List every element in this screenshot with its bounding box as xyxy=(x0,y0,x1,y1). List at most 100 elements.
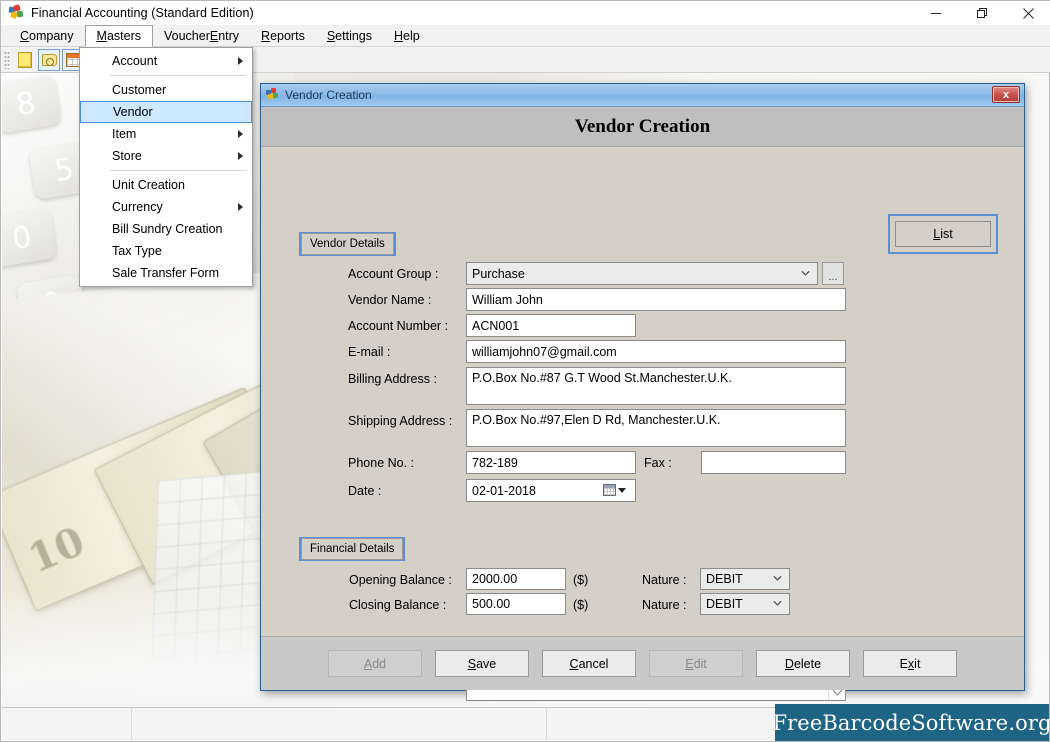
menu-item-label: Currency xyxy=(112,200,163,214)
window-titlebar: Financial Accounting (Standard Edition) xyxy=(1,1,1050,25)
submenu-arrow-icon xyxy=(238,130,243,138)
menu-item-bill-sundry-creation[interactable]: Bill Sundry Creation xyxy=(80,218,252,240)
dialog-footer: Add Save Cancel Edit Delete Ex it xyxy=(261,636,1024,690)
section-financial-details: Financial Details xyxy=(299,537,406,561)
menu-item-sale-transfer-form[interactable]: Sale Transfer Form xyxy=(80,262,252,284)
masters-dropdown-menu: Account Customer Vendor Item Store Unit … xyxy=(79,47,253,287)
submenu-arrow-icon xyxy=(238,57,243,65)
phone-input[interactable]: 782-189 xyxy=(466,451,636,474)
menu-help[interactable]: Help xyxy=(383,25,431,46)
fax-input[interactable] xyxy=(701,451,846,474)
menu-item-label: Customer xyxy=(112,83,167,97)
account-number-label: Account Number : xyxy=(348,319,449,333)
account-group-value: Purchase xyxy=(472,266,525,281)
menu-item-tax-type[interactable]: Tax Type xyxy=(80,240,252,262)
menu-item-store[interactable]: Store xyxy=(80,145,252,167)
closing-nature-select[interactable]: DEBIT xyxy=(700,593,790,615)
menu-settings[interactable]: Settings xyxy=(316,25,383,46)
closing-balance-currency: ($) xyxy=(573,598,589,612)
account-number-input[interactable]: ACN001 xyxy=(466,314,636,337)
list-button[interactable]: List xyxy=(895,221,991,247)
delete-button[interactable]: Delete xyxy=(756,650,850,677)
close-icon[interactable] xyxy=(1005,1,1050,25)
edit-button[interactable]: Edit xyxy=(649,650,743,677)
opening-nature-select[interactable]: DEBIT xyxy=(700,568,790,590)
application-icon xyxy=(8,4,25,21)
menu-separator xyxy=(110,170,246,171)
section-vendor-details: Vendor Details xyxy=(299,232,396,256)
opening-balance-input[interactable]: 2000.00 xyxy=(466,568,566,590)
menu-item-unit-creation[interactable]: Unit Creation xyxy=(80,174,252,196)
account-group-select[interactable]: Purchase xyxy=(466,262,818,285)
fax-label: Fax : xyxy=(644,456,672,470)
closing-nature-label: Nature : xyxy=(642,598,687,612)
submenu-arrow-icon xyxy=(238,152,243,160)
toolbar-grip[interactable] xyxy=(4,50,10,69)
section-vendor-details-label: Vendor Details xyxy=(301,233,394,255)
billing-address-label: Billing Address : xyxy=(348,372,437,386)
shipping-address-textarea[interactable]: P.O.Box No.#97,Elen D Rd, Manchester.U.K… xyxy=(466,409,846,447)
date-label: Date : xyxy=(348,484,382,498)
maximize-icon[interactable] xyxy=(959,1,1005,25)
vendor-creation-dialog: Vendor Creation x Vendor Creation Vendor… xyxy=(260,83,1025,701)
dialog-title: Vendor Creation xyxy=(285,88,372,102)
email-label: E-mail : xyxy=(348,345,391,359)
account-group-label: Account Group : xyxy=(348,267,439,281)
menu-item-label: Store xyxy=(112,149,142,163)
window-title: Financial Accounting (Standard Edition) xyxy=(31,6,254,20)
menu-item-account[interactable]: Account xyxy=(80,50,252,72)
opening-balance-label: Opening Balance : xyxy=(349,573,452,587)
account-group-browse-button[interactable]: ... xyxy=(822,262,844,285)
menu-voucher-entry[interactable]: Voucher Entry xyxy=(153,25,250,46)
calendar-picker-button[interactable] xyxy=(603,484,626,496)
menu-item-label: Account xyxy=(112,54,158,68)
application-window: Financial Accounting (Standard Edition) … xyxy=(0,0,1050,742)
opening-nature-label: Nature : xyxy=(642,573,687,587)
status-cell-1 xyxy=(2,708,132,740)
add-button[interactable]: Add xyxy=(328,650,422,677)
dialog-titlebar: Vendor Creation x xyxy=(261,84,1024,107)
menu-item-label: Vendor xyxy=(113,105,153,119)
email-input[interactable]: williamjohn07@gmail.com xyxy=(466,340,846,363)
menu-item-currency[interactable]: Currency xyxy=(80,196,252,218)
chevron-down-icon xyxy=(801,270,810,276)
menu-item-label: Unit Creation xyxy=(112,178,185,192)
shipping-address-label: Shipping Address : xyxy=(348,414,453,428)
menu-item-customer[interactable]: Customer xyxy=(80,79,252,101)
new-document-icon[interactable] xyxy=(14,49,36,71)
status-cell-2 xyxy=(132,708,547,740)
vendor-name-input[interactable]: William John xyxy=(466,288,846,311)
menu-item-vendor[interactable]: Vendor xyxy=(80,101,252,123)
menu-separator xyxy=(110,75,246,76)
menu-item-label: Item xyxy=(112,127,137,141)
watermark-label: FreeBarcodeSoftware.org xyxy=(772,704,1050,741)
page-title: Vendor Creation xyxy=(574,115,711,137)
cancel-button[interactable]: Cancel xyxy=(542,650,636,677)
chevron-down-icon xyxy=(773,600,782,606)
menu-masters[interactable]: Masters xyxy=(84,25,153,47)
menu-item-label: Tax Type xyxy=(112,244,162,258)
closing-nature-value: DEBIT xyxy=(706,597,743,611)
menubar: Company Masters Voucher Entry Reports Se… xyxy=(1,25,1050,47)
open-folder-icon[interactable] xyxy=(38,48,60,71)
menu-item-item[interactable]: Item xyxy=(80,123,252,145)
window-controls xyxy=(913,1,1050,25)
submenu-arrow-icon xyxy=(238,203,243,211)
closing-balance-input[interactable]: 500.00 xyxy=(466,593,566,615)
vendor-name-label: Vendor Name : xyxy=(348,293,432,307)
closing-balance-label: Closing Balance : xyxy=(349,598,447,612)
exit-button[interactable]: Ex it xyxy=(863,650,957,677)
chevron-down-icon xyxy=(773,575,782,581)
menu-company[interactable]: Company xyxy=(9,25,85,46)
dialog-close-button[interactable]: x xyxy=(992,86,1020,103)
dialog-icon xyxy=(266,88,280,102)
calendar-icon xyxy=(603,484,616,496)
phone-label: Phone No. : xyxy=(348,456,415,470)
section-financial-details-label: Financial Details xyxy=(301,538,404,560)
menu-reports[interactable]: Reports xyxy=(250,25,316,46)
save-button[interactable]: Save xyxy=(435,650,529,677)
list-button-frame: List xyxy=(888,214,998,254)
minimize-icon[interactable] xyxy=(913,1,959,25)
opening-nature-value: DEBIT xyxy=(706,572,743,586)
billing-address-textarea[interactable]: P.O.Box No.#87 G.T Wood St.Manchester.U.… xyxy=(466,367,846,405)
